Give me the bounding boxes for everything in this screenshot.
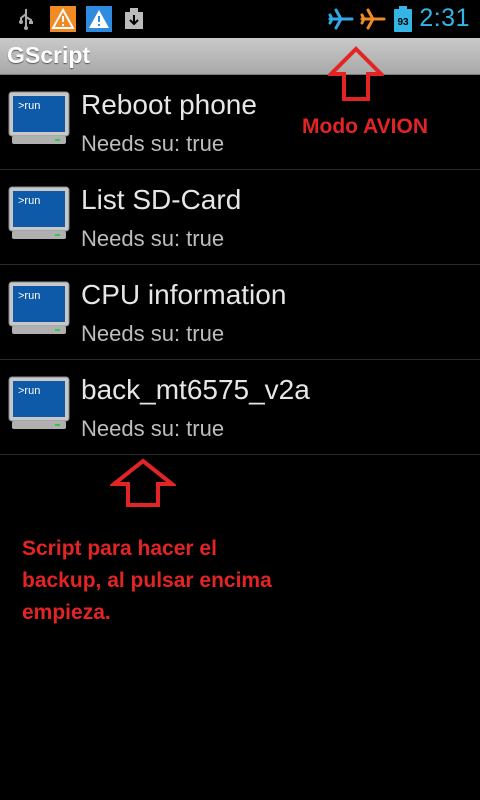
annotation-line: backup, al pulsar encima — [22, 569, 272, 592]
airplane-orange-icon — [360, 8, 386, 30]
terminal-icon: >run — [8, 91, 70, 144]
annotation-arrow-up — [110, 458, 176, 507]
annotation-line: empieza. — [22, 601, 111, 624]
script-name: back_mt6575_v2a — [81, 374, 310, 405]
list-item[interactable]: >run back_mt6575_v2a Needs su: true — [0, 360, 480, 455]
annotation-backup-note: Script para hacer el backup, al pulsar e… — [22, 533, 272, 629]
list-item[interactable]: >run List SD-Card Needs su: true — [0, 170, 480, 265]
terminal-icon: >run — [8, 281, 70, 334]
app-title: GScript — [7, 42, 91, 68]
download-icon[interactable] — [124, 8, 144, 30]
svg-text:>run: >run — [18, 195, 40, 207]
warning-icon[interactable] — [50, 6, 76, 32]
status-time: 2:31 — [419, 4, 470, 32]
annotation-line: Script para hacer el — [22, 537, 217, 560]
terminal-icon: >run — [8, 186, 70, 239]
script-needs-su: Needs su: true — [81, 131, 225, 156]
script-needs-su: Needs su: true — [81, 226, 225, 251]
title-bar: GScript — [0, 38, 480, 75]
svg-text:>run: >run — [18, 100, 40, 112]
terminal-icon: >run — [8, 376, 70, 429]
annotation-arrow-up — [328, 46, 384, 101]
svg-text:>run: >run — [18, 290, 40, 302]
svg-text:>run: >run — [18, 385, 40, 397]
script-name: CPU information — [81, 279, 287, 310]
battery-level: 93 — [397, 17, 409, 28]
list-item[interactable]: >run CPU information Needs su: true — [0, 265, 480, 360]
script-name: List SD-Card — [81, 184, 242, 215]
script-needs-su: Needs su: true — [81, 321, 225, 346]
script-needs-su: Needs su: true — [81, 416, 225, 441]
alert-triangle-icon[interactable] — [86, 6, 112, 32]
airplane-icon — [328, 8, 354, 30]
annotation-airplane-mode: Modo AVION — [302, 115, 428, 138]
battery-icon: 93 — [394, 6, 412, 32]
script-name: Reboot phone — [81, 89, 257, 120]
status-bar: 93 2:31 — [0, 0, 480, 38]
usb-icon — [19, 9, 33, 30]
